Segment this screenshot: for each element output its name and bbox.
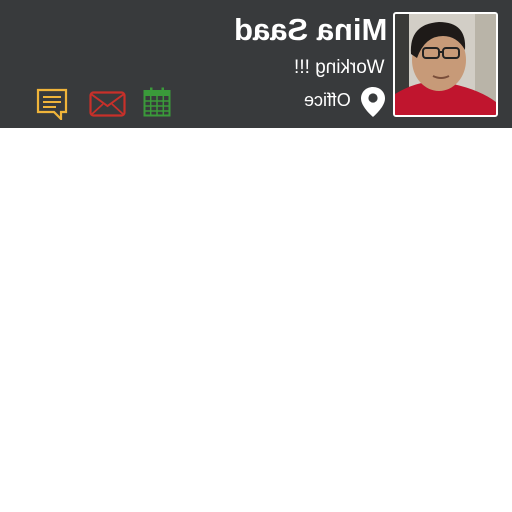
profile-photo bbox=[395, 14, 496, 115]
chat-icon[interactable] bbox=[36, 88, 68, 120]
profile-name: Mina Saad bbox=[233, 12, 387, 47]
mail-icon[interactable] bbox=[89, 91, 126, 117]
profile-status: Working !!! bbox=[293, 57, 384, 78]
map-pin-icon bbox=[361, 87, 385, 117]
profile-header: Mina Saad Working !!! Office bbox=[0, 0, 512, 128]
profile-location: Office bbox=[304, 90, 351, 110]
calendar-icon[interactable] bbox=[143, 87, 171, 117]
avatar[interactable] bbox=[393, 12, 498, 117]
